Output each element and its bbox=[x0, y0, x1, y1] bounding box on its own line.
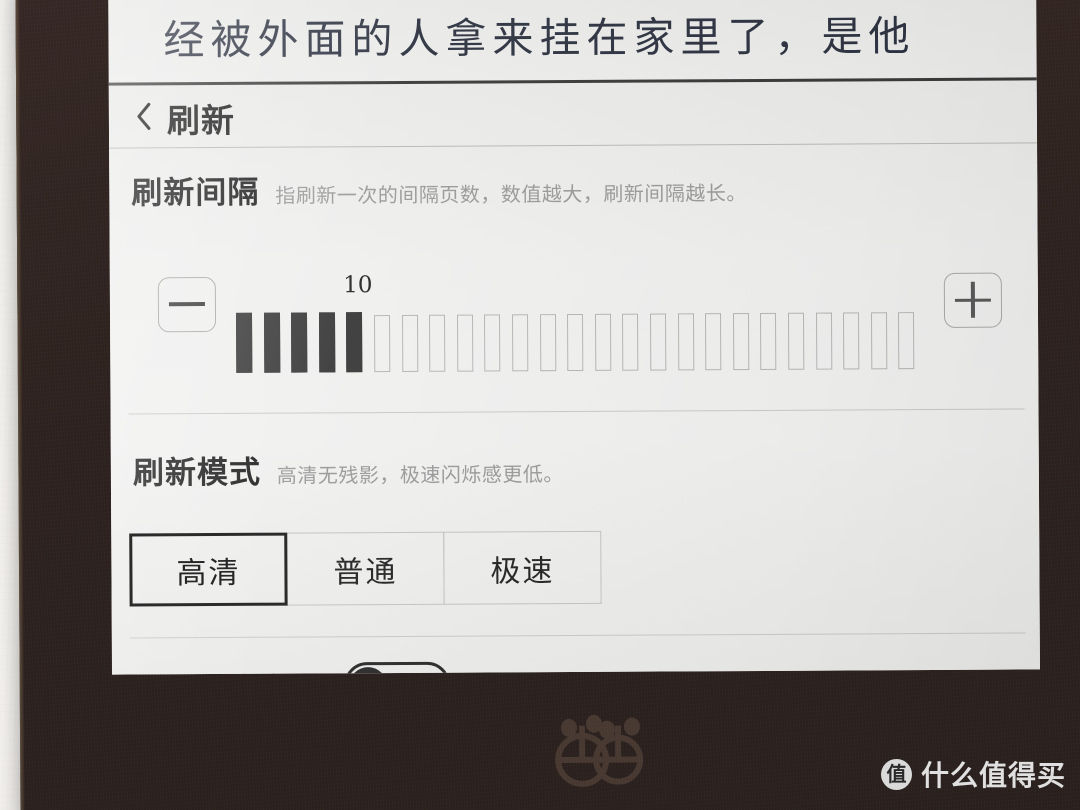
interval-tick[interactable] bbox=[263, 312, 280, 373]
interval-tick[interactable] bbox=[429, 314, 446, 372]
refresh-mode-option[interactable]: 高清 bbox=[129, 532, 288, 607]
refresh-interval-description: 指刷新一次的间隔页数，数值越大，刷新间隔越长。 bbox=[275, 181, 747, 208]
refresh-mode-option-label: 高清 bbox=[176, 555, 241, 591]
refresh-mode-option-label: 极速 bbox=[490, 553, 555, 589]
interval-tick[interactable] bbox=[318, 312, 336, 373]
watermark-badge: 值 bbox=[880, 758, 912, 790]
interval-tick[interactable] bbox=[346, 312, 363, 373]
interval-tick[interactable] bbox=[732, 313, 750, 371]
refresh-mode-option[interactable]: 极速 bbox=[443, 530, 602, 605]
dangdang-logo-icon bbox=[555, 714, 644, 787]
interval-tick[interactable] bbox=[898, 312, 915, 370]
increase-interval-button[interactable] bbox=[943, 272, 1003, 328]
interval-tick[interactable] bbox=[594, 313, 612, 371]
refresh-interval-title: 刷新间隔 bbox=[131, 174, 260, 212]
watermark-text: 什么值得买 bbox=[920, 759, 1066, 792]
refresh-interval-heading: 刷新间隔 指刷新一次的间隔页数，数值越大，刷新间隔越长。 bbox=[131, 164, 747, 212]
interval-tick[interactable] bbox=[539, 314, 556, 372]
refresh-mode-heading: 刷新模式 高清无残影，极速闪烁感更低。 bbox=[133, 445, 564, 492]
interval-tick[interactable] bbox=[456, 314, 474, 372]
interval-value-label: 10 bbox=[343, 272, 373, 299]
refresh-mode-title: 刷新模式 bbox=[132, 454, 261, 492]
image-full-refresh-row: 关闭图片全刷 关 bbox=[130, 661, 451, 675]
panel-title: 刷新 bbox=[166, 100, 236, 141]
book-page-content: 字的那幅画已 经被外面的人拿来挂在家里了，是他 bbox=[108, 0, 1037, 85]
interval-tick[interactable] bbox=[484, 314, 501, 372]
plus-icon-vertical bbox=[970, 281, 976, 318]
refresh-interval-slider-row: 10 bbox=[110, 268, 1039, 377]
interval-tick[interactable] bbox=[815, 312, 832, 370]
refresh-mode-options: 高清 普通 极速 bbox=[129, 530, 602, 607]
decrease-interval-button[interactable] bbox=[157, 277, 217, 333]
image-full-refresh-label: 关闭图片全刷 bbox=[130, 663, 322, 675]
image-full-refresh-toggle[interactable]: 关 bbox=[343, 661, 451, 675]
interval-tick[interactable] bbox=[622, 313, 639, 371]
watermark: 值 什么值得买 bbox=[880, 754, 1066, 794]
interval-tick[interactable] bbox=[843, 312, 860, 370]
refresh-mode-option-label: 普通 bbox=[333, 554, 398, 590]
refresh-interval-ticks[interactable]: 10 bbox=[235, 269, 927, 377]
interval-tick[interactable] bbox=[787, 312, 805, 370]
interval-tick[interactable] bbox=[760, 312, 777, 370]
interval-tick[interactable] bbox=[705, 313, 722, 371]
divider-mode-toggle bbox=[129, 632, 1026, 639]
interval-tick[interactable] bbox=[512, 314, 529, 372]
interval-tick[interactable] bbox=[235, 312, 253, 373]
book-text-line: 经被外面的人拿来挂在家里了，是他 bbox=[163, 12, 916, 65]
interval-tick[interactable] bbox=[374, 315, 391, 373]
refresh-settings-panel: 刷新 刷新间隔 指刷新一次的间隔页数，数值越大，刷新间隔越长。 10 刷新模式 … bbox=[108, 77, 1040, 675]
eink-screen: 字的那幅画已 经被外面的人拿来挂在家里了，是他 刷新 刷新间隔 指刷新一次的间隔… bbox=[108, 0, 1040, 675]
divider-interval-mode bbox=[128, 408, 1025, 415]
refresh-mode-description: 高清无残影，极速闪烁感更低。 bbox=[276, 462, 564, 488]
interval-tick[interactable] bbox=[677, 313, 694, 371]
back-button[interactable] bbox=[133, 99, 155, 133]
interval-tick[interactable] bbox=[291, 312, 308, 373]
panel-header: 刷新 bbox=[108, 80, 1038, 149]
interval-tick[interactable] bbox=[567, 313, 584, 372]
interval-tick[interactable] bbox=[649, 313, 667, 371]
screenshot-root: 字的那幅画已 经被外面的人拿来挂在家里了，是他 刷新 刷新间隔 指刷新一次的间隔… bbox=[0, 0, 1080, 810]
interval-tick[interactable] bbox=[870, 312, 888, 370]
refresh-mode-option[interactable]: 普通 bbox=[286, 531, 445, 606]
minus-icon bbox=[168, 302, 205, 307]
chevron-left-icon bbox=[137, 102, 151, 130]
interval-tick[interactable] bbox=[401, 314, 418, 372]
